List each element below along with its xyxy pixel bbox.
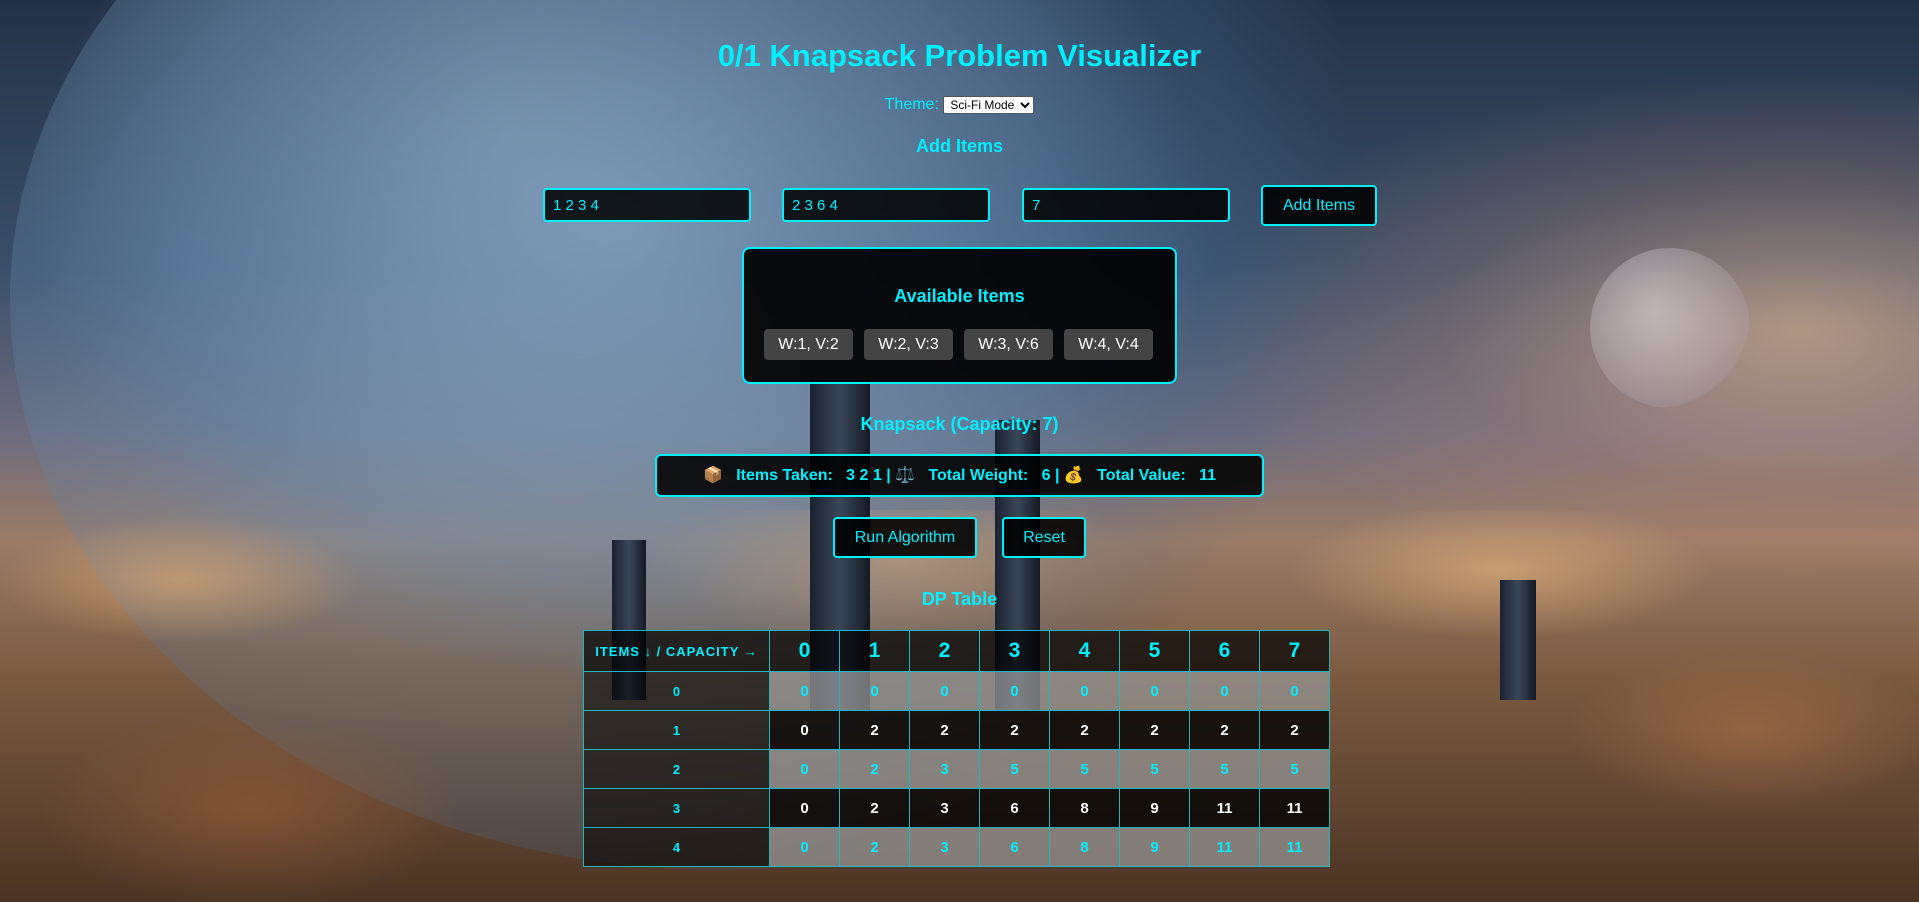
- table-row: 3 0 2 3 6 8 9 11 11: [583, 788, 1330, 828]
- dp-cell: 3: [909, 827, 980, 867]
- theme-select[interactable]: Sci-Fi Mode: [943, 96, 1035, 114]
- values-input[interactable]: [782, 188, 990, 222]
- table-row: 1 0 2 2 2 2 2 2 2: [583, 710, 1330, 750]
- separator: |: [1054, 467, 1060, 484]
- dp-cell: 9: [1119, 788, 1190, 828]
- capacity-header: 2: [909, 630, 980, 672]
- capacity-header: 0: [769, 630, 840, 672]
- add-items-heading: Add Items: [915, 136, 1003, 156]
- knapsack-summary: 📦 Items Taken: 3 2 1 | ⚖️ Total Weight: …: [655, 454, 1264, 497]
- theme-row: Theme: Sci-Fi Mode: [0, 96, 1919, 114]
- table-row: 2 0 2 3 5 5 5 5 5: [583, 749, 1330, 789]
- reset-button[interactable]: Reset: [1002, 517, 1086, 558]
- item-chip[interactable]: W:4, V:4: [1064, 329, 1153, 360]
- dp-header-row: ITEMS ↓ / CAPACITY → 0 1 2 3 4 5 6 7: [583, 630, 1330, 672]
- dp-cell: 0: [1049, 671, 1120, 711]
- dp-cell: 0: [769, 749, 840, 789]
- available-items-list: W:1, V:2 W:2, V:3 W:3, V:6 W:4, V:4: [764, 329, 1153, 360]
- dp-cell: 0: [839, 671, 910, 711]
- theme-label: Theme:: [884, 96, 939, 114]
- dp-cell: 2: [1119, 710, 1190, 750]
- dp-cell: 2: [839, 827, 910, 867]
- dp-cell: 2: [1259, 710, 1330, 750]
- dp-cell: 6: [979, 788, 1050, 828]
- scale-icon: ⚖️: [895, 467, 916, 484]
- dp-cell: 2: [1189, 710, 1260, 750]
- dp-cell: 6: [979, 827, 1050, 867]
- dp-cell: 0: [769, 788, 840, 828]
- dp-cell: 2: [839, 710, 910, 750]
- dp-table: ITEMS ↓ / CAPACITY → 0 1 2 3 4 5 6 7 0 0…: [583, 630, 1330, 867]
- dp-cell: 5: [1259, 749, 1330, 789]
- dp-table-heading: DP Table: [921, 589, 998, 609]
- item-row-header: 0: [583, 671, 770, 711]
- dp-cell: 3: [909, 788, 980, 828]
- dp-cell: 0: [769, 710, 840, 750]
- dp-cell: 5: [1119, 749, 1190, 789]
- dp-cell: 2: [1049, 710, 1120, 750]
- item-row-header: 2: [583, 749, 770, 789]
- item-chip[interactable]: W:3, V:6: [964, 329, 1053, 360]
- dp-cell: 8: [1049, 827, 1120, 867]
- total-weight-label: Total Weight:: [928, 467, 1029, 484]
- dp-cell: 2: [979, 710, 1050, 750]
- capacity-header: 1: [839, 630, 910, 672]
- dp-cell: 0: [769, 671, 840, 711]
- dp-cell: 2: [839, 749, 910, 789]
- add-items-button[interactable]: Add Items: [1261, 185, 1377, 226]
- available-items-panel: Available Items W:1, V:2 W:2, V:3 W:3, V…: [742, 247, 1177, 384]
- items-taken-label: Items Taken:: [736, 467, 833, 484]
- capacity-header: 6: [1189, 630, 1260, 672]
- dp-cell: 0: [1119, 671, 1190, 711]
- dp-cell: 5: [1049, 749, 1120, 789]
- dp-cell: 2: [839, 788, 910, 828]
- separator: |: [886, 467, 891, 484]
- table-row: 4 0 2 3 6 8 9 11 11: [583, 827, 1330, 867]
- capacity-input[interactable]: [1022, 188, 1230, 222]
- capacity-header: 3: [979, 630, 1050, 672]
- dp-cell: 5: [979, 749, 1050, 789]
- item-row-header: 4: [583, 827, 770, 867]
- page-title: 0/1 Knapsack Problem Visualizer: [717, 38, 1202, 73]
- dp-cell: 8: [1049, 788, 1120, 828]
- available-items-heading: Available Items: [894, 286, 1025, 306]
- moon-background: [1590, 248, 1750, 408]
- items-taken-value: 3 2 1: [846, 467, 882, 484]
- item-row-header: 1: [583, 710, 770, 750]
- dp-cell: 0: [1259, 671, 1330, 711]
- item-chip[interactable]: W:2, V:3: [864, 329, 953, 360]
- dp-cell: 11: [1189, 788, 1260, 828]
- table-row: 0 0 0 0 0 0 0 0 0: [583, 671, 1330, 711]
- item-chip[interactable]: W:1, V:2: [764, 329, 853, 360]
- capacity-header: 5: [1119, 630, 1190, 672]
- total-value-value: 11: [1199, 467, 1217, 484]
- dp-cell: 0: [769, 827, 840, 867]
- dp-cell: 11: [1259, 788, 1330, 828]
- box-icon: 📦: [702, 467, 723, 484]
- run-algorithm-button[interactable]: Run Algorithm: [833, 517, 977, 558]
- dp-cell: 0: [1189, 671, 1260, 711]
- dp-cell: 11: [1259, 827, 1330, 867]
- dp-cell: 5: [1189, 749, 1260, 789]
- money-bag-icon: 💰: [1063, 467, 1084, 484]
- knapsack-heading: Knapsack (Capacity: 7): [860, 414, 1059, 434]
- total-weight-value: 6: [1041, 467, 1051, 484]
- dp-cell: 9: [1119, 827, 1190, 867]
- dp-corner-label: ITEMS ↓ / CAPACITY →: [583, 630, 770, 672]
- dp-cell: 3: [909, 749, 980, 789]
- capacity-header: 7: [1259, 630, 1330, 672]
- capacity-header: 4: [1049, 630, 1120, 672]
- dp-cell: 0: [909, 671, 980, 711]
- total-value-label: Total Value:: [1097, 467, 1186, 484]
- item-row-header: 3: [583, 788, 770, 828]
- dp-cell: 2: [909, 710, 980, 750]
- weights-input[interactable]: [543, 188, 751, 222]
- dp-cell: 0: [979, 671, 1050, 711]
- dp-cell: 11: [1189, 827, 1260, 867]
